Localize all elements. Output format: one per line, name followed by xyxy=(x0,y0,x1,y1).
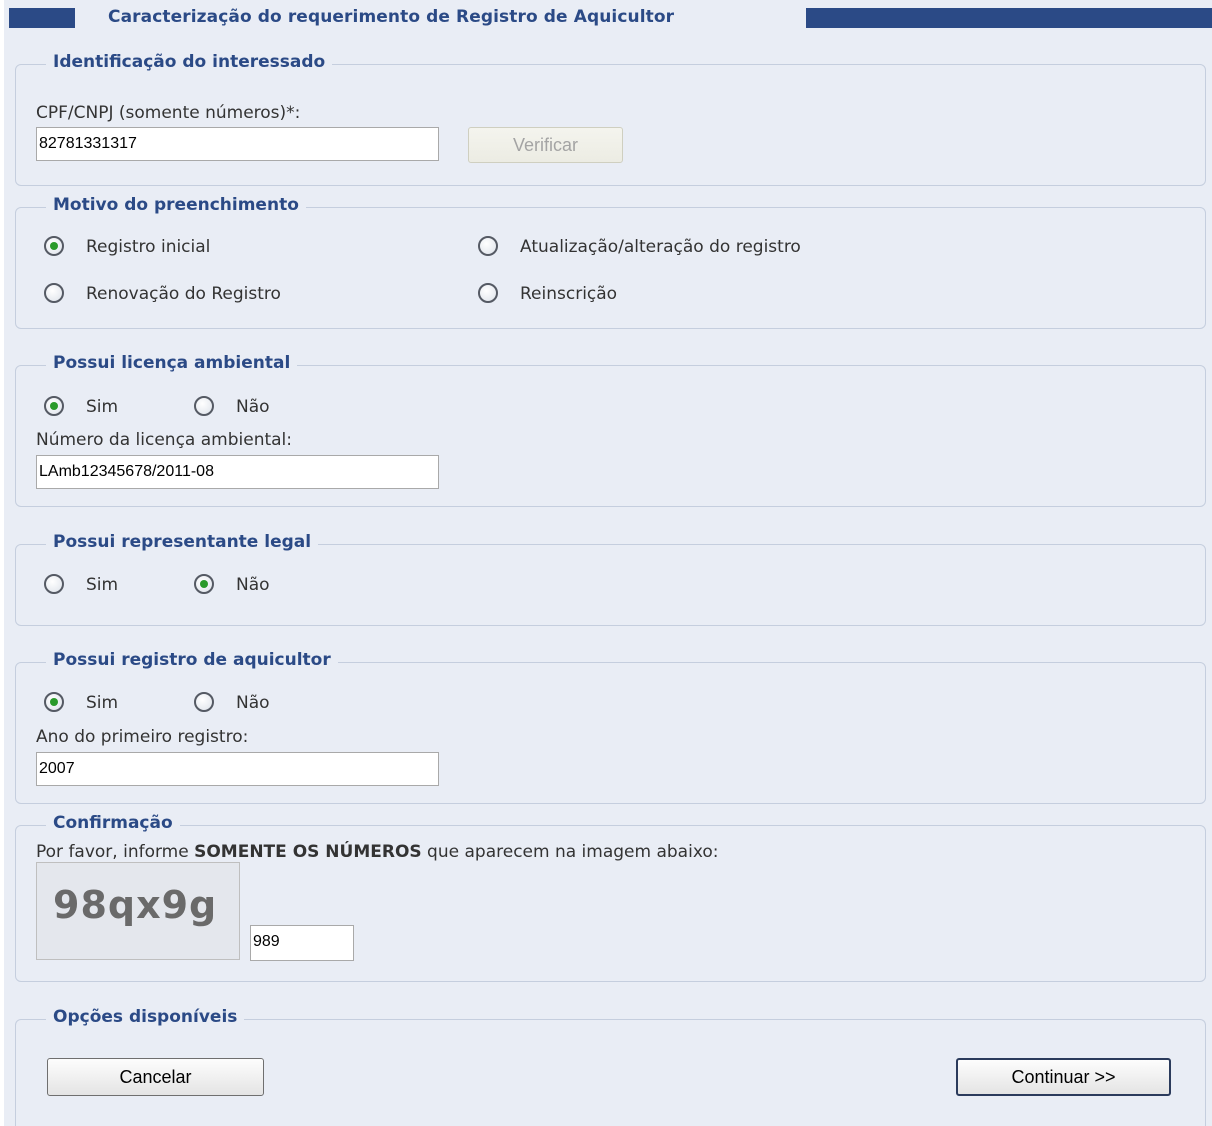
radio-button[interactable] xyxy=(194,574,214,594)
continue-button[interactable]: Continuar >> xyxy=(956,1058,1171,1096)
radio-label: Sim xyxy=(86,397,119,417)
licenca-legend: Possui licença ambiental xyxy=(46,353,298,373)
opcoes-section: Opções disponíveis Cancelar Continuar >> xyxy=(15,1007,1206,1126)
identificacao-section: Identificação do interessado CPF/CNPJ (s… xyxy=(15,52,1206,186)
licenca-section: Possui licença ambiental Sim Não Número … xyxy=(15,353,1206,507)
title-bar-right-block xyxy=(806,8,1212,28)
radio-button[interactable] xyxy=(44,692,64,712)
captcha-input[interactable]: 989 xyxy=(250,925,354,961)
captcha-instruction-bold: SOMENTE OS NÚMEROS xyxy=(194,842,422,862)
radio-label: Não xyxy=(236,575,270,595)
representante-section: Possui representante legal Sim Não xyxy=(15,532,1206,626)
radio-button[interactable] xyxy=(478,283,498,303)
radio-button[interactable] xyxy=(194,396,214,416)
radio-label: Registro inicial xyxy=(86,237,211,257)
radio-button[interactable] xyxy=(44,236,64,256)
title-bar: Caracterização do requerimento de Regist… xyxy=(4,6,1212,30)
radio-label: Renovação do Registro xyxy=(86,284,281,304)
radio-label: Sim xyxy=(86,693,119,713)
radio-label: Reinscrição xyxy=(520,284,618,304)
cpf-label: CPF/CNPJ (somente números)*: xyxy=(36,103,301,123)
licenca-numero-label: Número da licença ambiental: xyxy=(36,430,292,450)
radio-button[interactable] xyxy=(194,692,214,712)
identificacao-legend: Identificação do interessado xyxy=(46,52,333,72)
cpf-input[interactable]: 82781331317 xyxy=(36,127,439,161)
registro-legend: Possui registro de aquicultor xyxy=(46,650,338,670)
title-bar-left-block xyxy=(9,8,75,28)
radio-label: Atualização/alteração do registro xyxy=(520,237,801,257)
ano-registro-input[interactable]: 2007 xyxy=(36,752,439,786)
cancel-button[interactable]: Cancelar xyxy=(47,1058,264,1096)
radio-button[interactable] xyxy=(44,396,64,416)
radio-label: Não xyxy=(236,397,270,417)
licenca-numero-input[interactable]: LAmb12345678/2011-08 xyxy=(36,455,439,489)
radio-button[interactable] xyxy=(478,236,498,256)
captcha-instruction-suffix: que aparecem na imagem abaixo: xyxy=(421,842,719,862)
radio-label: Não xyxy=(236,693,270,713)
captcha-instruction-prefix: Por favor, informe xyxy=(36,842,195,862)
page-title: Caracterização do requerimento de Regist… xyxy=(108,7,675,27)
motivo-legend: Motivo do preenchimento xyxy=(46,195,306,215)
radio-button[interactable] xyxy=(44,574,64,594)
radio-label: Sim xyxy=(86,575,119,595)
motivo-section: Motivo do preenchimento Registro inicial… xyxy=(15,195,1206,329)
verificar-button[interactable]: Verificar xyxy=(468,127,623,163)
radio-button[interactable] xyxy=(44,283,64,303)
captcha-image-text: 98qx9g xyxy=(53,883,218,927)
captcha-instruction: Por favor, informe SOMENTE OS NÚMEROS qu… xyxy=(36,842,718,862)
confirmacao-legend: Confirmação xyxy=(46,813,180,833)
registro-section: Possui registro de aquicultor Sim Não An… xyxy=(15,650,1206,804)
ano-registro-label: Ano do primeiro registro: xyxy=(36,727,249,747)
confirmacao-section: Confirmação Por favor, informe SOMENTE O… xyxy=(15,813,1206,982)
representante-legend: Possui representante legal xyxy=(46,532,319,552)
captcha-image: 98qx9g xyxy=(36,862,240,960)
opcoes-legend: Opções disponíveis xyxy=(46,1007,245,1027)
